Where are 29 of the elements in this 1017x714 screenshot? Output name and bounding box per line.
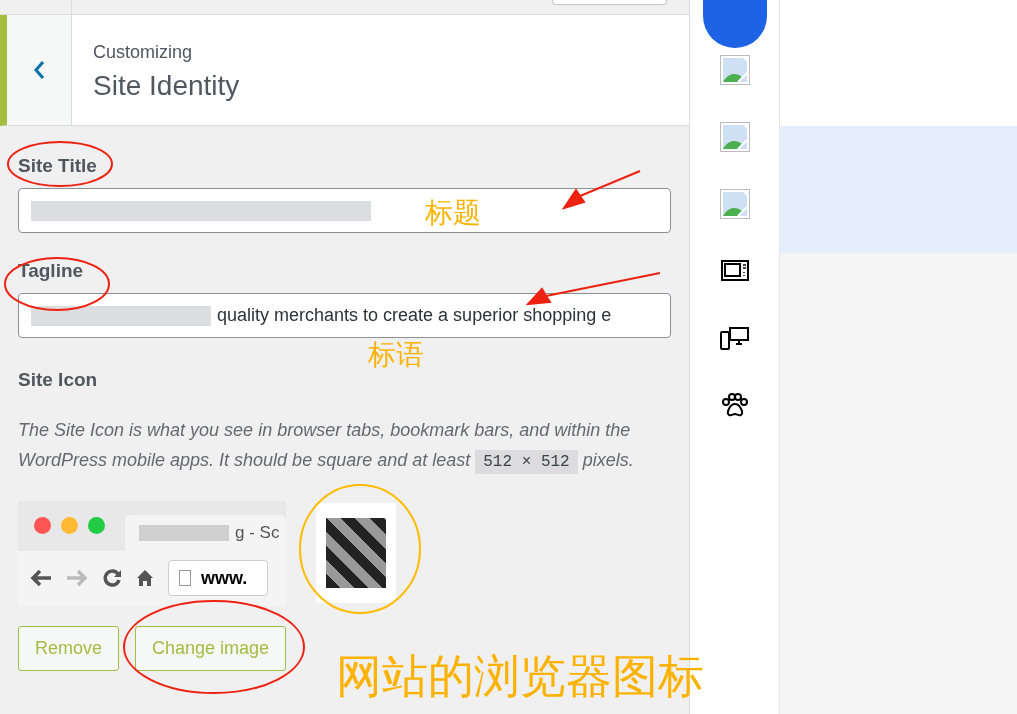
toolbar-button[interactable]: [552, 0, 667, 5]
broken-image-icon[interactable]: [719, 122, 750, 152]
field-value: quality merchants to create a superior shopping e: [217, 304, 612, 327]
tab-title: g - Sc: [235, 521, 280, 544]
back-arrow-icon: [30, 569, 52, 587]
site-icon-description: The Site Icon is what you see in browser tabs, bookmark bars, and within the WordPress mobile apps. It should be square and at least 512 × 512 pixels.: [18, 414, 668, 477]
field-label: Tagline: [18, 259, 84, 283]
text-field[interactable]: quality merchants to create a superior shopping e: [18, 293, 671, 338]
broken-image-icon[interactable]: [719, 189, 750, 219]
annotation-note: 标语: [368, 338, 424, 372]
address-text: www.: [201, 566, 248, 590]
chevron-left-icon: [33, 60, 45, 80]
reload-icon: [102, 568, 122, 588]
microwave-icon[interactable]: [720, 260, 749, 282]
forward-arrow-icon: [66, 569, 88, 587]
text-field[interactable]: [18, 188, 671, 233]
home-icon: [136, 569, 154, 587]
field-label: Site Title: [18, 154, 97, 178]
image-action-button[interactable]: Change image: [135, 625, 287, 671]
section-title: Site Identity: [93, 68, 240, 103]
image-action-button[interactable]: Remove: [18, 625, 120, 671]
devices-icon[interactable]: [719, 326, 750, 350]
section-heading: Site Icon: [18, 368, 98, 392]
annotation-note: 标题: [425, 196, 481, 230]
paw-icon[interactable]: [721, 393, 748, 417]
annotation-note: 网站的浏览器图标: [336, 649, 704, 704]
broken-image-icon[interactable]: [719, 55, 750, 85]
page-icon: [179, 570, 191, 586]
section-eyebrow: Customizing: [93, 40, 194, 64]
